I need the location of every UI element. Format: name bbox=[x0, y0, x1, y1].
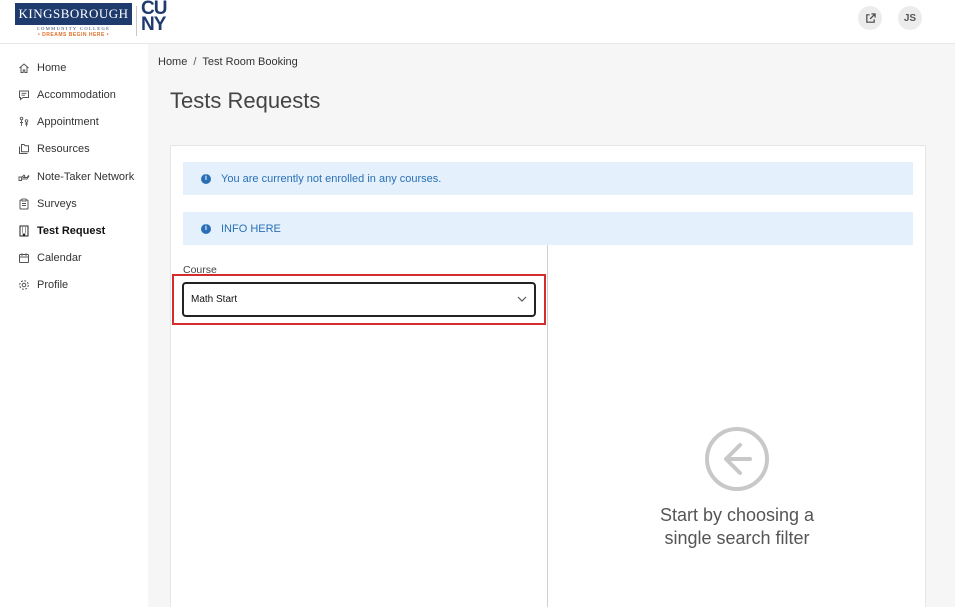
breadcrumb-separator: / bbox=[193, 56, 197, 68]
sidebar-item-accommodation[interactable]: Accommodation bbox=[17, 86, 116, 104]
sidebar-item-resources[interactable]: Resources bbox=[17, 140, 90, 158]
sidebar-item-note-taker-network[interactable]: Note-Taker Network bbox=[17, 168, 134, 186]
clipboard-icon bbox=[17, 198, 30, 211]
breadcrumb-current: Test Room Booking bbox=[202, 56, 298, 68]
breadcrumb: Home / Test Room Booking bbox=[158, 56, 298, 68]
arrow-left-circle-icon bbox=[705, 427, 769, 491]
info-icon: i bbox=[201, 223, 211, 234]
folders-icon bbox=[17, 143, 30, 156]
sidebar-item-appointment[interactable]: Appointment bbox=[17, 113, 99, 131]
info-icon: i bbox=[201, 173, 211, 184]
info-alert-text: INFO HERE bbox=[221, 222, 281, 235]
empty-state: Start by choosing a single search filter bbox=[548, 426, 926, 550]
enrollment-alert-text: You are currently not enrolled in any co… bbox=[221, 172, 442, 185]
info-alert: i INFO HERE bbox=[183, 212, 913, 245]
external-link-icon bbox=[865, 12, 876, 23]
chevron-down-icon bbox=[517, 296, 527, 302]
breadcrumb-home[interactable]: Home bbox=[158, 56, 187, 68]
empty-state-text: Start by choosing a single search filter bbox=[659, 505, 815, 548]
home-icon bbox=[17, 62, 30, 75]
gear-icon bbox=[17, 279, 30, 292]
logo-tagline: • DREAMS BEGIN HERE • bbox=[38, 32, 109, 38]
sidebar-item-surveys[interactable]: Surveys bbox=[17, 195, 77, 213]
page-title: Tests Requests bbox=[170, 88, 321, 113]
logo-divider bbox=[136, 6, 137, 36]
people-icon bbox=[17, 116, 30, 129]
logo-subtitle: COMMUNITY COLLEGE bbox=[36, 26, 111, 31]
user-avatar[interactable]: JS bbox=[898, 6, 922, 30]
hand-icon bbox=[17, 171, 30, 184]
sidebar-item-home[interactable]: Home bbox=[17, 59, 66, 77]
course-select[interactable]: Math Start bbox=[182, 282, 536, 317]
app-header: KINGSBOROUGH COMMUNITY COLLEGE • DREAMS … bbox=[0, 0, 955, 44]
logo-title: KINGSBOROUGH bbox=[18, 6, 129, 21]
kingsborough-logo[interactable]: KINGSBOROUGH COMMUNITY COLLEGE • DREAMS … bbox=[15, 3, 132, 38]
calendar-icon bbox=[17, 252, 30, 265]
sidebar-item-profile[interactable]: Profile bbox=[17, 276, 68, 294]
test-request-card: i You are currently not enrolled in any … bbox=[170, 145, 926, 607]
chat-icon bbox=[17, 89, 30, 102]
external-link-button[interactable] bbox=[858, 6, 882, 30]
building-icon bbox=[17, 225, 30, 238]
cuny-logo[interactable]: CU NY bbox=[141, 0, 173, 37]
sidebar-item-calendar[interactable]: Calendar bbox=[17, 249, 82, 267]
enrollment-alert: i You are currently not enrolled in any … bbox=[183, 162, 913, 195]
course-select-value: Math Start bbox=[191, 294, 238, 305]
sidebar-item-test-request[interactable]: Test Request bbox=[17, 222, 105, 240]
main-content: Home / Test Room Booking Tests Requests i … bbox=[148, 44, 955, 607]
sidebar-nav: Home Accommodation Appointment Resources… bbox=[0, 44, 148, 607]
